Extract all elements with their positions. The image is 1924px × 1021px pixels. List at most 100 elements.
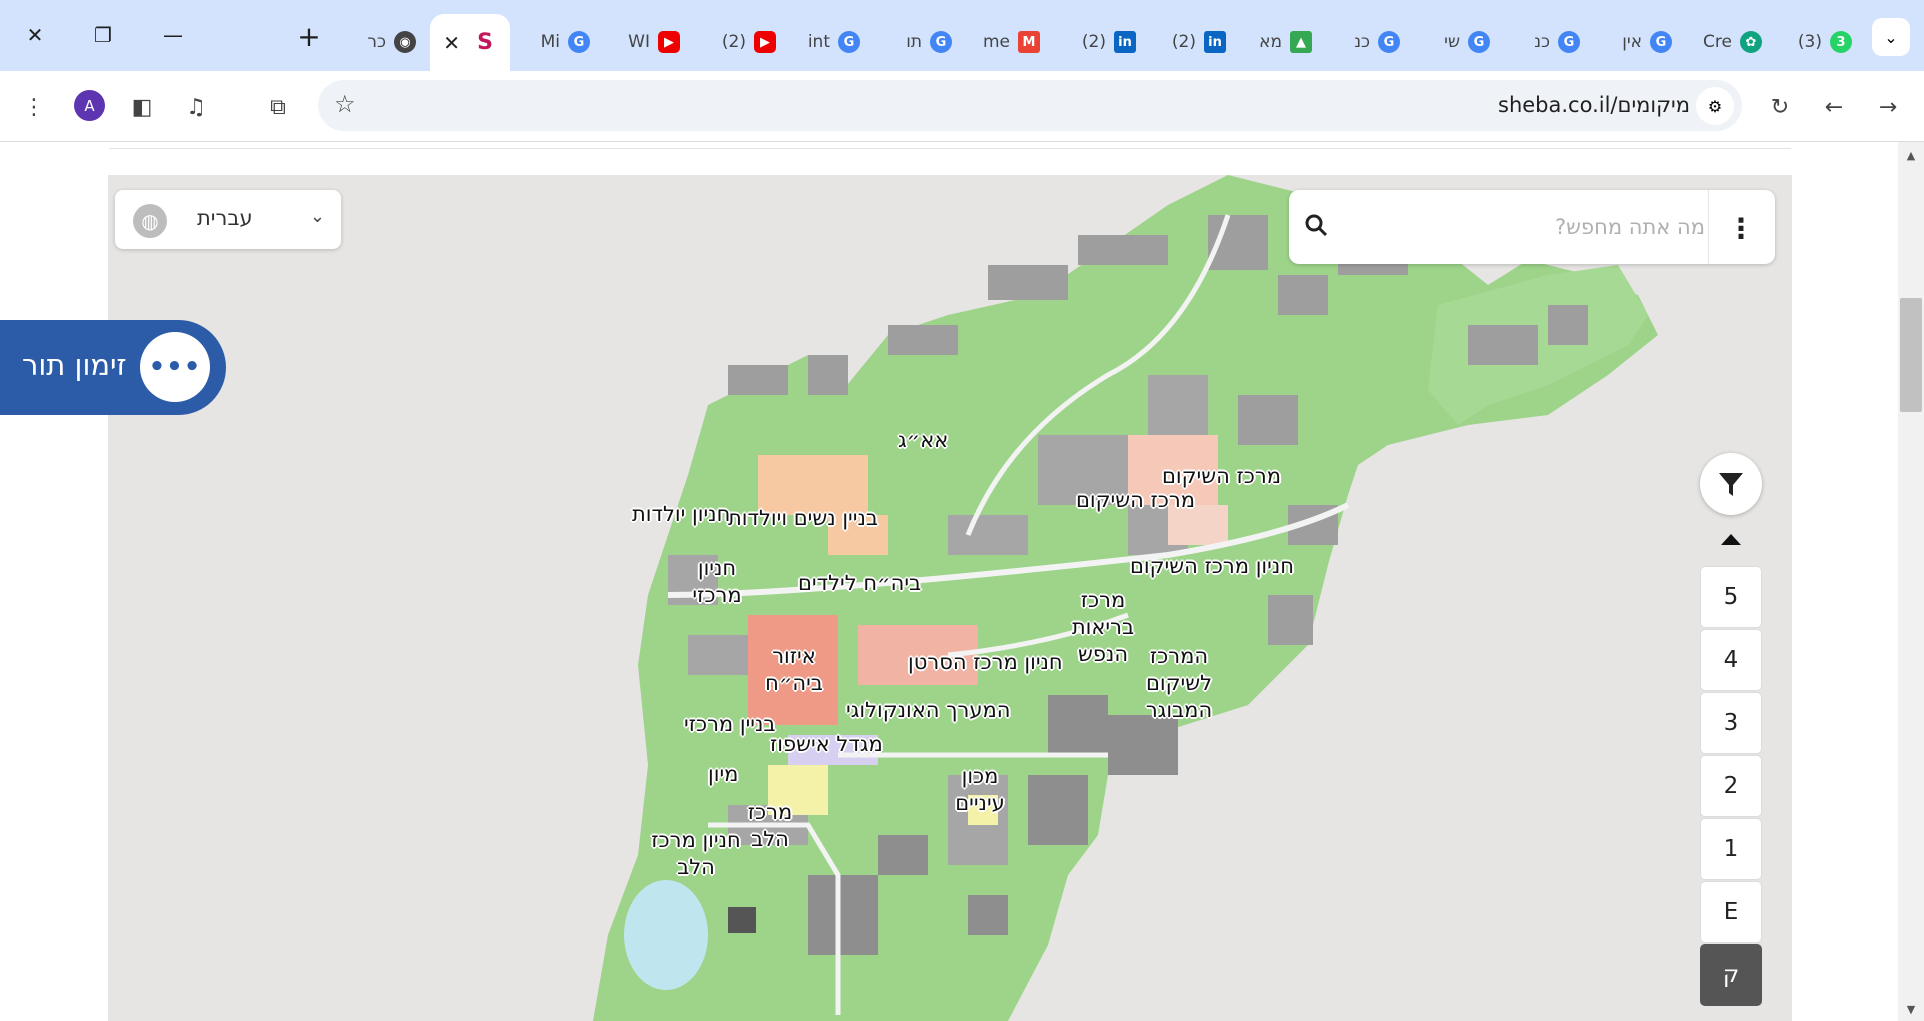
map-label-maternity-parking[interactable]: חניון יולדות [632,501,730,528]
tab-11[interactable]: G כנ [1340,22,1400,62]
tab-0[interactable]: ◉ כר [350,22,416,62]
bookmark-star-icon[interactable]: ☆ [334,90,356,118]
tab-16[interactable]: 3 (3) [1790,22,1852,62]
close-tab-icon[interactable]: ✕ [443,31,460,55]
tab-label: שי [1444,32,1460,52]
extensions-icon[interactable]: ⧉ [258,87,298,127]
tab-label: int [807,32,830,52]
youtube-icon: ▶ [754,31,776,53]
tab-10[interactable]: ▲ מא [1250,22,1312,62]
tab-5[interactable]: G int [800,22,860,62]
map-label-rehab-parking[interactable]: חניון מרכז השיקום [1130,553,1294,580]
google-icon: G [838,31,860,53]
minimize-window-icon[interactable]: — [156,18,190,52]
tab-search-chevron-icon[interactable]: ⌄ [1872,18,1910,56]
tab-13[interactable]: G כנ [1520,22,1580,62]
profile-avatar[interactable]: A [74,90,105,121]
map-label-main-building[interactable]: בניין מרכזי [684,711,776,738]
language-label: עברית [197,206,253,230]
map-label-women-maternity[interactable]: בניין נשים ויולדות [728,505,878,532]
tab-4[interactable]: ▶ (2) [710,22,776,62]
kebab-menu-icon[interactable]: ⋮ [1721,208,1761,248]
address-bar[interactable]: ☆ sheba.co.il/מיקומים ⚙ [318,80,1742,131]
tab-label: (2) [1081,32,1106,52]
tab-label: (2) [721,32,746,52]
map-label-adult-rehab[interactable]: המרכז לשיקום המבוגר [1116,643,1242,724]
forward-icon[interactable]: → [1868,87,1908,127]
map-label-ent[interactable]: אא״ג [898,427,948,454]
map-label-heart-parking[interactable]: חניון מרכז הלב [648,827,744,881]
filter-button[interactable] [1700,453,1762,515]
tab-15[interactable]: ✿ Cre [1700,22,1762,62]
tab-8[interactable]: in (2) [1070,22,1136,62]
scroll-down-arrow-icon[interactable]: ▼ [1902,1000,1920,1018]
new-tab-button[interactable]: + [291,18,327,54]
tab-label: (3) [1797,32,1822,52]
book-appointment-label: זימון תור [22,348,127,382]
tab-strip: ✕ ❐ — + ◉ כר S ✕ G Mi ▶ WI ▶ (2) G int G… [0,0,1924,71]
linkedin-icon: in [1114,31,1136,53]
language-select[interactable]: ◍ עברית ⌄ [115,190,341,249]
tab-12[interactable]: G שי [1430,22,1490,62]
chat-bubble-icon: ••• [140,332,210,402]
floor-button-1[interactable]: 1 [1700,818,1762,880]
tab-label: WI [628,32,650,52]
site-info-icon[interactable]: ⚙ [1696,87,1734,125]
tab-2[interactable]: G Mi [530,22,590,62]
map-label-cancer-parking[interactable]: חניון מרכז הסרטן [908,649,1063,676]
tab-label: אין [1622,32,1642,52]
restore-window-icon[interactable]: ❐ [86,18,120,52]
floor-button-3[interactable]: 3 [1700,692,1762,754]
search-input[interactable] [1339,190,1721,264]
scrollbar-thumb[interactable] [1900,298,1922,412]
google-icon: G [930,31,952,53]
search-icon[interactable] [1303,212,1331,240]
map-label-emergency[interactable]: מיון [708,761,738,788]
url-text[interactable]: sheba.co.il/מיקומים [1498,93,1690,117]
tab-label: תו [906,32,922,52]
more-menu-icon[interactable]: ⋮ [14,87,54,127]
tab-9[interactable]: in (2) [1160,22,1226,62]
map-label-central-parking[interactable]: חניון מרכזי [686,555,748,609]
page-divider [109,148,1791,149]
globe-icon: ◍ [133,204,167,238]
back-icon[interactable]: ← [1814,87,1854,127]
media-controls-icon[interactable]: ♫ [176,87,216,127]
chevron-down-icon: ⌄ [309,206,325,227]
page-scrollbar[interactable] [1898,142,1924,1021]
reload-icon[interactable]: ↻ [1760,87,1800,127]
map-label-hospital-area[interactable]: איזור ביה״ח [758,643,830,697]
map-label-rehab-center[interactable]: מרכז השיקום [1162,463,1281,490]
tab-14[interactable]: G אין [1610,22,1672,62]
search-divider [1708,190,1709,264]
floor-button-4[interactable]: 4 [1700,629,1762,691]
map-label-oncology[interactable]: המערך האונקולוגי [846,697,1010,724]
map-label-heart-center[interactable]: מרכז הלב [740,799,800,853]
chrome-icon: ◉ [394,31,416,53]
floor-button-2[interactable]: 2 [1700,755,1762,817]
map-label-eye-institute[interactable]: מכון עיניים [950,763,1010,817]
tab-active-sheba[interactable]: S ✕ [430,14,510,71]
tab-label: כנ [1534,32,1550,52]
drive-icon: ▲ [1290,31,1312,53]
floor-button-5[interactable]: 5 [1700,566,1762,628]
scroll-up-arrow-icon[interactable]: ▲ [1902,146,1920,164]
floor-up-icon[interactable] [1717,525,1745,553]
map-label-inpatient-tower[interactable]: מגדל אישפוז [770,731,883,758]
google-icon: G [568,31,590,53]
tab-7[interactable]: M me [980,22,1040,62]
tab-label: Mi [540,32,560,52]
book-appointment-button[interactable]: זימון תור ••• [0,320,226,415]
tab-3[interactable]: ▶ WI [620,22,680,62]
floor-button-e[interactable]: E [1700,881,1762,943]
tab-label: (2) [1171,32,1196,52]
map-label-children-hospital[interactable]: ביה״ח לילדים [798,570,921,597]
tab-label: כר [367,32,386,52]
side-panel-icon[interactable]: ◧ [122,87,162,127]
floor-button-basement[interactable]: ק [1700,944,1762,1006]
map-search-box: ⋮ [1289,190,1775,264]
campus-map[interactable]: אא״ג מרכז השיקום מרכז השיקום בניין נשים … [108,175,1792,1021]
tab-6[interactable]: G תו [892,22,952,62]
close-window-icon[interactable]: ✕ [18,18,52,52]
map-label-rehab-center-2[interactable]: מרכז השיקום [1076,487,1195,514]
